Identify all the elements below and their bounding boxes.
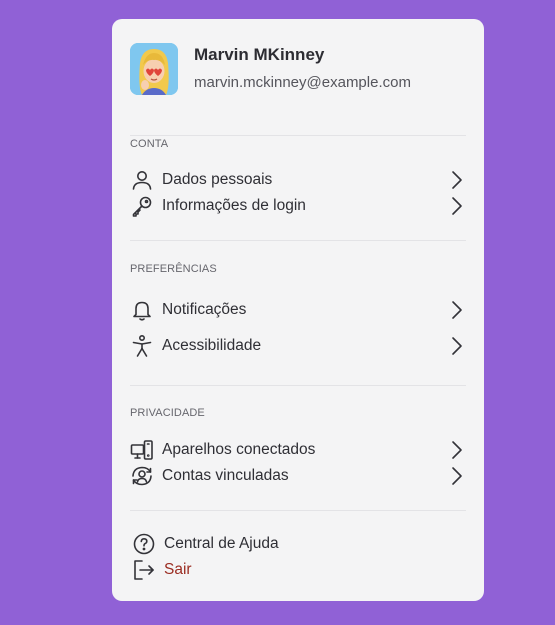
menu-item-label: Contas vinculadas	[162, 467, 289, 484]
chevron-right-icon	[452, 171, 462, 189]
chevron-right-icon	[452, 197, 462, 215]
section-title-privacidade: PRIVACIDADE	[130, 407, 205, 419]
menu-item-contas-vinculadas[interactable]: Contas vinculadas	[130, 463, 466, 489]
profile-email: marvin.mckinney@example.com	[194, 74, 411, 91]
bell-icon	[133, 301, 151, 321]
menu-item-dados-pessoais[interactable]: Dados pessoais	[130, 167, 466, 193]
profile-header[interactable]: Marvin MKinney marvin.mckinney@example.c…	[130, 43, 470, 97]
menu-item-label: Notificações	[162, 301, 247, 318]
divider	[130, 510, 466, 511]
menu-item-acessibilidade[interactable]: Acessibilidade	[130, 333, 466, 359]
account-menu-card: Marvin MKinney marvin.mckinney@example.c…	[112, 19, 484, 601]
menu-item-label: Informações de login	[162, 197, 306, 214]
user-icon	[132, 171, 152, 190]
help-center-label: Central de Ajuda	[164, 535, 279, 552]
divider	[130, 240, 466, 241]
menu-item-notificacoes[interactable]: Notificações	[130, 297, 466, 323]
menu-item-informacoes-de-login[interactable]: Informações de login	[130, 193, 466, 219]
logout-button[interactable]: Sair	[132, 557, 468, 583]
chevron-right-icon	[452, 441, 462, 459]
menu-item-label: Acessibilidade	[162, 337, 262, 354]
profile-name: Marvin MKinney	[194, 45, 325, 64]
menu-item-label: Aparelhos conectados	[162, 441, 316, 458]
linked-accounts-icon	[132, 466, 152, 486]
section-title-conta: CONTA	[130, 138, 169, 150]
logout-icon	[134, 560, 154, 580]
chevron-right-icon	[452, 467, 462, 485]
chevron-right-icon	[452, 301, 462, 319]
divider	[130, 135, 466, 136]
divider	[130, 385, 466, 386]
section-title-preferencias: PREFERÊNCIAS	[130, 263, 217, 275]
accessibility-icon	[132, 334, 152, 357]
menu-item-label: Dados pessoais	[162, 171, 273, 188]
devices-icon	[130, 440, 153, 460]
help-center-link[interactable]: Central de Ajuda	[132, 531, 468, 557]
key-icon	[132, 196, 152, 217]
logout-label: Sair	[164, 561, 192, 578]
menu-item-aparelhos-conectados[interactable]: Aparelhos conectados	[130, 437, 466, 463]
avatar	[130, 43, 178, 95]
help-icon	[133, 533, 155, 555]
chevron-right-icon	[452, 337, 462, 355]
